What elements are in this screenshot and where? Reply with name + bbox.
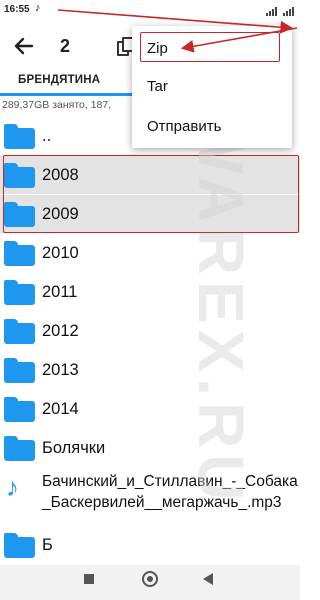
folder-name: 2014: [42, 400, 79, 418]
back-button[interactable]: [12, 34, 36, 58]
folder-icon: [4, 397, 35, 422]
menu-item-label: Tar: [147, 78, 168, 95]
tab-indicator: [0, 93, 132, 96]
music-note-icon: ♪: [6, 472, 19, 502]
folder-name: ..: [42, 127, 52, 145]
menu-item-tar[interactable]: Tar: [132, 68, 292, 106]
folder-icon: [4, 533, 35, 558]
folder-row[interactable]: 2012: [0, 312, 300, 350]
menu-item-label: Отправить: [147, 118, 222, 135]
menu-item-send[interactable]: Отправить: [132, 108, 292, 146]
arrow-left-icon: [14, 37, 34, 55]
folder-row[interactable]: Болячки: [0, 429, 300, 467]
folder-icon: [4, 436, 35, 461]
nav-back-icon[interactable]: [203, 573, 213, 585]
folder-icon: [4, 124, 35, 149]
recents-icon[interactable]: [84, 574, 94, 584]
folder-row[interactable]: 2014: [0, 390, 300, 428]
folder-row[interactable]: Б: [0, 526, 300, 564]
folder-name: Б: [42, 536, 53, 554]
status-time: 16:55: [4, 4, 30, 15]
folder-icon: [4, 319, 35, 344]
folder-row[interactable]: 2013: [0, 351, 300, 389]
signal-icon: [266, 6, 282, 16]
folder-name: 2010: [42, 244, 79, 262]
folder-icon: [4, 241, 35, 266]
system-nav-bar: [0, 565, 300, 600]
folder-name: 2011: [42, 283, 78, 301]
folder-row[interactable]: 2011: [0, 273, 300, 311]
file-row-audio[interactable]: ♪ Бачинский_и_Стиллавин_-_Собака_Баскерви…: [0, 468, 300, 526]
context-menu: Zip Tar Отправить: [132, 26, 292, 148]
zip-highlight-frame: [140, 32, 280, 62]
selected-count: 2: [60, 36, 71, 56]
folder-icon: [4, 280, 35, 305]
folder-name: Болячки: [42, 439, 106, 457]
selection-highlight-frame: [3, 155, 299, 233]
signal-icon-2: [283, 6, 299, 16]
folder-icon: [4, 358, 35, 383]
tab-brendyatina[interactable]: БРЕНДЯТИНА: [18, 74, 100, 86]
folder-row[interactable]: 2010: [0, 234, 300, 272]
folder-name: 2012: [42, 322, 79, 340]
folder-name: 2013: [42, 361, 79, 379]
home-icon[interactable]: [142, 571, 158, 587]
tiktok-icon: ♪: [35, 2, 41, 14]
status-bar: 16:55 ♪: [0, 0, 300, 24]
file-name: Бачинский_и_Стиллавин_-_Собака_Баскервил…: [42, 473, 298, 511]
